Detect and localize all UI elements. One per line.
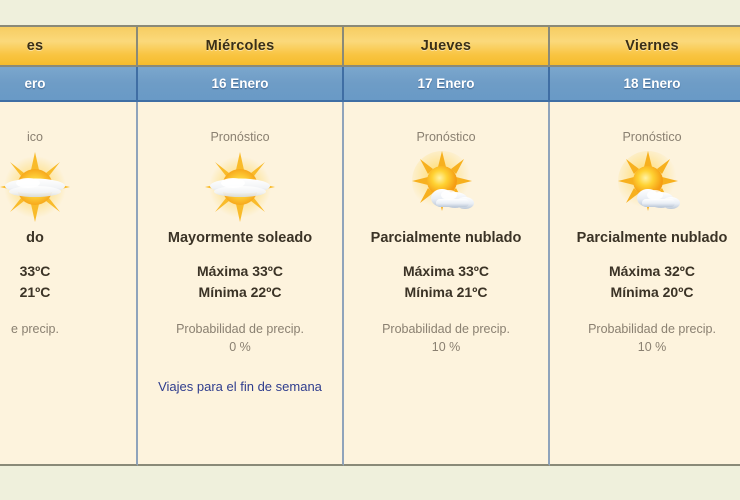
mostly-sunny-icon bbox=[0, 148, 136, 226]
weekend-trips-link[interactable]: Viajes para el fin de semana bbox=[138, 378, 342, 396]
date-row: ero 16 Enero 17 Enero 18 Enero 19 bbox=[0, 67, 740, 102]
day-label: es bbox=[26, 38, 44, 54]
min-temp: Mínima 22ºC bbox=[198, 283, 282, 300]
max-temp: 33ºC bbox=[19, 263, 51, 280]
condition-text: Mayormente soleado bbox=[167, 230, 313, 246]
min-temp: Mínima 21ºC bbox=[404, 283, 488, 300]
max-temp: Máxima 32ºC bbox=[608, 263, 696, 280]
mostly-sunny-icon-svg bbox=[0, 152, 70, 222]
pop-label: e precip. bbox=[11, 321, 59, 336]
min-temp: 21ºC bbox=[19, 283, 51, 300]
forecast-label: Pronóstico bbox=[210, 130, 270, 144]
forecast-label: Pronóstico bbox=[622, 130, 682, 144]
day-header-3: Viernes bbox=[550, 25, 740, 67]
weather-forecast-page: es Miércoles Jueves Viernes Sá ero 16 En… bbox=[0, 0, 740, 500]
pop-label: Probabilidad de precip. bbox=[176, 321, 304, 336]
min-temp: Mínima 20ºC bbox=[610, 283, 694, 300]
date-cell-0: ero bbox=[0, 67, 138, 102]
date-label: 16 Enero bbox=[211, 76, 269, 91]
pop-value: 10 % bbox=[431, 340, 461, 355]
pop-value: 0 % bbox=[229, 340, 251, 355]
pop-value: 10 % bbox=[637, 340, 667, 355]
condition-text: do bbox=[26, 230, 44, 246]
forecast-row: ico do 33ºC 21ºC e precip. Pronóstico Ma… bbox=[0, 102, 740, 466]
day-header-0: es bbox=[0, 25, 138, 67]
forecast-cell-1: Pronóstico Mayormente soleado Máxima 33º… bbox=[138, 102, 344, 466]
max-temp: Máxima 33ºC bbox=[196, 263, 284, 280]
partly-cloudy-icon bbox=[344, 148, 548, 226]
date-label: ero bbox=[24, 76, 46, 91]
date-label: 18 Enero bbox=[623, 76, 681, 91]
date-cell-1: 16 Enero bbox=[138, 67, 344, 102]
mostly-sunny-icon bbox=[138, 148, 342, 226]
pop-label: Probabilidad de precip. bbox=[382, 321, 510, 336]
pop-label: Probabilidad de precip. bbox=[588, 321, 716, 336]
forecast-cell-3: Pronóstico Parcialmente nublado Máxima 3… bbox=[550, 102, 740, 466]
forecast-cell-2: Pronóstico Parcialmente nublado Máxima 3… bbox=[344, 102, 550, 466]
forecast-cell-0: ico do 33ºC 21ºC e precip. bbox=[0, 102, 138, 466]
partly-cloudy-icon-svg bbox=[618, 151, 680, 211]
date-cell-3: 18 Enero bbox=[550, 67, 740, 102]
forecast-label: Pronóstico bbox=[416, 130, 476, 144]
day-label: Viernes bbox=[625, 38, 679, 54]
date-cell-2: 17 Enero bbox=[344, 67, 550, 102]
forecast-label: ico bbox=[27, 130, 43, 144]
max-temp: Máxima 33ºC bbox=[402, 263, 490, 280]
day-label: Miércoles bbox=[205, 38, 275, 54]
day-header-1: Miércoles bbox=[138, 25, 344, 67]
day-header-2: Jueves bbox=[344, 25, 550, 67]
condition-text: Parcialmente nublado bbox=[576, 230, 728, 246]
condition-text: Parcialmente nublado bbox=[370, 230, 522, 246]
partly-cloudy-icon bbox=[550, 148, 740, 226]
day-name-row: es Miércoles Jueves Viernes Sá bbox=[0, 25, 740, 67]
partly-cloudy-icon-svg bbox=[412, 151, 474, 211]
date-label: 17 Enero bbox=[417, 76, 475, 91]
mostly-sunny-icon-svg bbox=[205, 152, 275, 222]
day-label: Jueves bbox=[420, 38, 472, 54]
forecast-table: es Miércoles Jueves Viernes Sá ero 16 En… bbox=[0, 25, 740, 466]
